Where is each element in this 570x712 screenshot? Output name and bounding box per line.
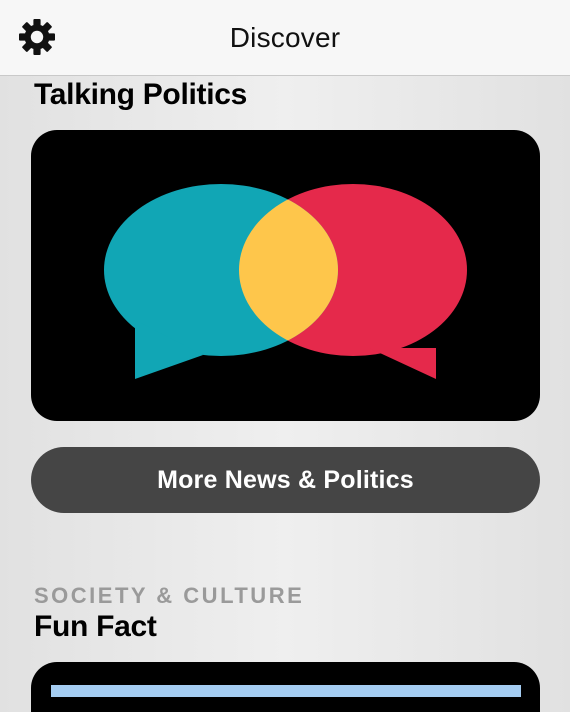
featured-artwork-card[interactable] (31, 130, 540, 421)
more-news-politics-button[interactable]: More News & Politics (31, 447, 540, 513)
fun-fact-artwork-stripe (51, 685, 521, 697)
overlapping-speech-bubbles-icon (104, 184, 467, 379)
featured-title[interactable]: Talking Politics (34, 78, 247, 112)
page-title: Discover (229, 22, 341, 53)
navigation-bar: Discover (0, 0, 570, 76)
discover-screen: Discover Talking Politics More News & Po… (0, 0, 570, 712)
section-title-fun-fact[interactable]: Fun Fact (34, 610, 157, 644)
fun-fact-card[interactable] (31, 662, 540, 712)
category-label: SOCIETY & CULTURE (34, 583, 305, 608)
